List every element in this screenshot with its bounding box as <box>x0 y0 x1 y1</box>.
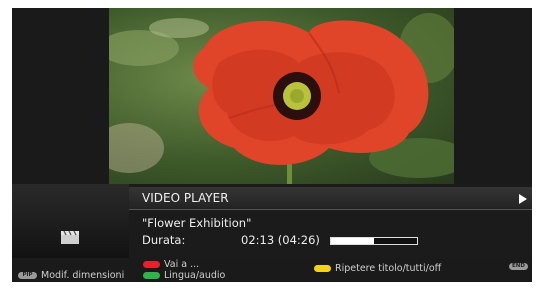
player-title: VIDEO PLAYER <box>142 191 229 205</box>
video-frame[interactable] <box>109 8 454 184</box>
help-green[interactable]: Lingua/audio <box>143 270 225 281</box>
player-title-bar: VIDEO PLAYER <box>129 187 532 210</box>
video-area <box>12 8 532 184</box>
red-key-icon <box>143 261 160 268</box>
duration-value: 02:13 (04:26) <box>241 233 320 247</box>
help-pip[interactable]: PIP Modif. dimensioni <box>18 270 124 281</box>
poppy-image <box>109 13 454 184</box>
help-yellow[interactable]: Ripetere titolo/tutti/off <box>314 263 441 274</box>
help-end[interactable]: END <box>509 263 528 270</box>
end-key-icon: END <box>509 263 528 270</box>
file-name: "Flower Exhibition" <box>142 216 252 230</box>
help-bar: PIP Modif. dimensioni Vai a ... Lingua/a… <box>12 258 532 282</box>
help-red[interactable]: Vai a ... <box>143 259 199 270</box>
tv-screen: VIDEO PLAYER "Flower Exhibition" Durata:… <box>12 8 532 282</box>
green-key-icon <box>143 272 160 279</box>
yellow-key-icon <box>314 265 331 272</box>
progress-fill <box>331 238 374 244</box>
clapperboard-icon <box>61 230 79 244</box>
media-icon-box <box>12 184 129 258</box>
pip-key-icon: PIP <box>18 272 37 279</box>
yellow-help-text: Ripetere titolo/tutti/off <box>335 263 442 274</box>
info-panel: VIDEO PLAYER "Flower Exhibition" Durata:… <box>12 184 532 258</box>
green-help-text: Lingua/audio <box>164 270 226 281</box>
duration-label: Durata: <box>142 233 186 247</box>
red-help-text: Vai a ... <box>164 259 200 270</box>
play-icon[interactable] <box>519 194 527 204</box>
progress-bar[interactable] <box>330 237 418 245</box>
pip-help-text: Modif. dimensioni <box>41 270 125 281</box>
